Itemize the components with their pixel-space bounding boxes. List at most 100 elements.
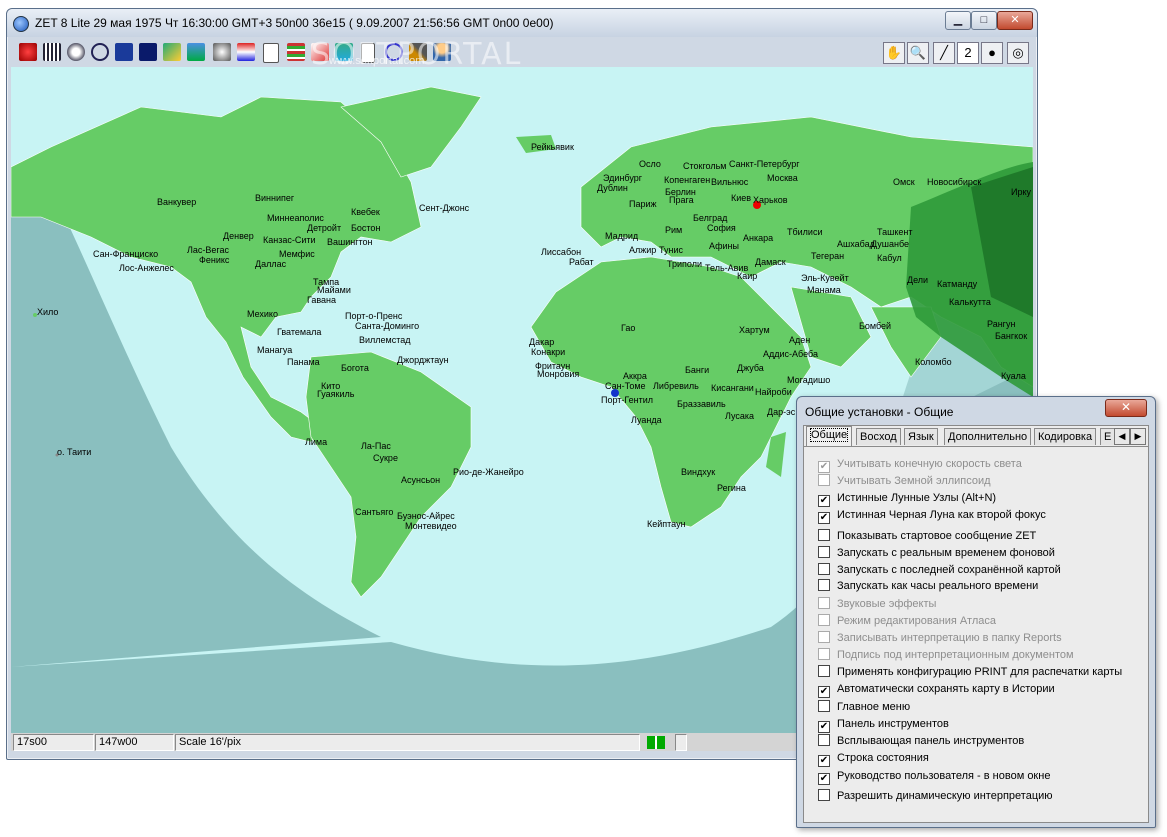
city-label: Сантьяго	[355, 507, 394, 517]
checkbox[interactable]	[818, 789, 830, 801]
globe-icon[interactable]: ◎	[1007, 42, 1029, 64]
option-row[interactable]: Запускать с реальным временем фоновой	[818, 546, 1055, 560]
option-row[interactable]: Всплывающая панель инструментов	[818, 734, 1024, 748]
tab-prev-button[interactable]: ◀	[1114, 428, 1130, 445]
option-row[interactable]: ✔ Автоматически сохранять карту в Истории	[818, 682, 1055, 698]
flag-icon[interactable]	[139, 43, 157, 61]
city-label: Дели	[907, 275, 929, 285]
city-label: Джорджтаун	[397, 355, 449, 365]
checkbox[interactable]: ✔	[818, 461, 830, 473]
option-row[interactable]: Звуковые эффекты	[818, 597, 936, 611]
city-label: Белград	[693, 213, 728, 223]
title-bar[interactable]: ZET 8 Lite 29 мая 1975 Чт 16:30:00 GMT+3…	[7, 9, 1037, 37]
city-label: Мадрид	[605, 231, 639, 241]
hand-icon[interactable]: ✋	[883, 42, 905, 64]
option-row[interactable]: Показывать стартовое сообщение ZET	[818, 529, 1036, 543]
minimize-button[interactable]: ▁	[945, 11, 971, 30]
tab-strip: Общие Восход Язык Дополнительно Кодировк…	[804, 426, 1148, 447]
city-label: Стокгольм	[683, 161, 727, 171]
city-label: Виннипег	[255, 193, 295, 203]
city-label: Прага	[669, 195, 694, 205]
city-label: Бостон	[351, 223, 381, 233]
flags-icon[interactable]	[237, 43, 255, 61]
option-row[interactable]: ✔ Панель инструментов	[818, 717, 949, 733]
document-icon[interactable]	[263, 43, 279, 63]
checkbox[interactable]	[818, 597, 830, 609]
chart-icon[interactable]	[187, 43, 205, 61]
tab-sunrise[interactable]: Восход	[856, 428, 901, 445]
size-field[interactable]: 2	[957, 42, 979, 64]
settings-dialog: Общие установки - Общие ✕ Общие Восход Я…	[796, 396, 1156, 828]
tab-additional[interactable]: Дополнительно	[944, 428, 1032, 445]
city-label: Харьков	[753, 195, 788, 205]
bomb-icon[interactable]	[19, 43, 37, 61]
tab-encoding[interactable]: Кодировка	[1034, 428, 1097, 445]
settings-panel: Общие Восход Язык Дополнительно Кодировк…	[803, 425, 1149, 823]
option-row[interactable]: Учитывать Земной эллипсоид	[818, 474, 991, 488]
option-row[interactable]: ✔ Учитывать конечную скорость света	[818, 457, 1022, 473]
app-icon[interactable]	[13, 16, 29, 32]
zoom-icon[interactable]: 🔍	[907, 42, 929, 64]
option-row[interactable]: Подпись под интерпретационным документом	[818, 648, 1074, 662]
dot-icon[interactable]: ●	[981, 42, 1003, 64]
checkbox[interactable]: ✔	[818, 721, 830, 733]
compass-icon[interactable]	[67, 43, 85, 61]
tab-next-button[interactable]: ▶	[1130, 428, 1146, 445]
option-row[interactable]: ✔ Истинная Черная Луна как второй фокус	[818, 508, 1046, 524]
city-label: Санта-Доминго	[355, 321, 420, 331]
option-row[interactable]: Главное меню	[818, 700, 910, 714]
option-row[interactable]: Разрешить динамическую интерпретацию	[818, 789, 1053, 803]
checkbox[interactable]: ✔	[818, 686, 830, 698]
tab-general[interactable]: Общие	[806, 426, 853, 446]
checkbox[interactable]	[818, 648, 830, 660]
city-label: Эдинбург	[603, 173, 643, 183]
pattern-icon[interactable]	[163, 43, 181, 61]
checkbox[interactable]: ✔	[818, 755, 830, 767]
city-label: Сан-Франциско	[93, 249, 159, 259]
city-label: Калькутта	[949, 297, 991, 307]
dialog-title: Общие установки - Общие	[805, 405, 954, 419]
table-icon[interactable]	[287, 43, 305, 61]
checkbox[interactable]	[818, 579, 830, 591]
checkbox[interactable]	[818, 563, 830, 575]
dialog-close-button[interactable]: ✕	[1105, 399, 1147, 417]
clock-icon[interactable]	[213, 43, 231, 61]
option-row[interactable]: ✔ Строка состояния	[818, 751, 929, 767]
option-row[interactable]: Запускать как часы реального времени	[818, 579, 1038, 593]
checkbox[interactable]	[818, 665, 830, 677]
stars-icon[interactable]	[115, 43, 133, 61]
option-row[interactable]: Применять конфигурацию PRINT для распеча…	[818, 665, 1122, 679]
city-label: о. Таити	[57, 447, 92, 457]
wheel-icon[interactable]	[91, 43, 109, 61]
checkbox[interactable]	[818, 546, 830, 558]
option-row[interactable]: Режим редактирования Атласа	[818, 614, 996, 628]
checkbox[interactable]: ✔	[818, 495, 830, 507]
city-label: Детройт	[307, 223, 342, 233]
tab-language[interactable]: Язык	[904, 428, 938, 445]
checkbox[interactable]	[818, 631, 830, 643]
option-row[interactable]: ✔ Истинные Лунные Узлы (Alt+N)	[818, 491, 996, 507]
city-label: Майами	[317, 285, 351, 295]
city-label: Ташкент	[877, 227, 913, 237]
city-label: Хило	[37, 307, 59, 317]
latitude-readout: 17s00	[13, 734, 94, 751]
close-button[interactable]: ✕	[997, 11, 1033, 30]
city-label: Гуаякиль	[317, 389, 355, 399]
city-label: Киев	[731, 193, 752, 203]
city-label: Ирку	[1011, 187, 1032, 197]
city-label: Кисангани	[711, 383, 754, 393]
checkbox[interactable]: ✔	[818, 773, 830, 785]
checkbox[interactable]	[818, 614, 830, 626]
checkbox[interactable]	[818, 474, 830, 486]
maximize-button[interactable]: □	[971, 11, 997, 30]
option-row[interactable]: ✔ Руководство пользователя - в новом окне	[818, 769, 1050, 785]
checkbox[interactable]	[818, 700, 830, 712]
checkbox[interactable]	[818, 734, 830, 746]
option-row[interactable]: Записывать интерпретацию в папку Reports	[818, 631, 1062, 645]
city-label: Лас-Вегас	[187, 245, 230, 255]
grid-icon[interactable]	[43, 43, 61, 61]
checkbox[interactable]	[818, 529, 830, 541]
option-row[interactable]: Запускать с последней сохранённой картой	[818, 563, 1061, 577]
checkbox[interactable]: ✔	[818, 512, 830, 524]
line-tool-icon[interactable]: ╱	[933, 42, 955, 64]
